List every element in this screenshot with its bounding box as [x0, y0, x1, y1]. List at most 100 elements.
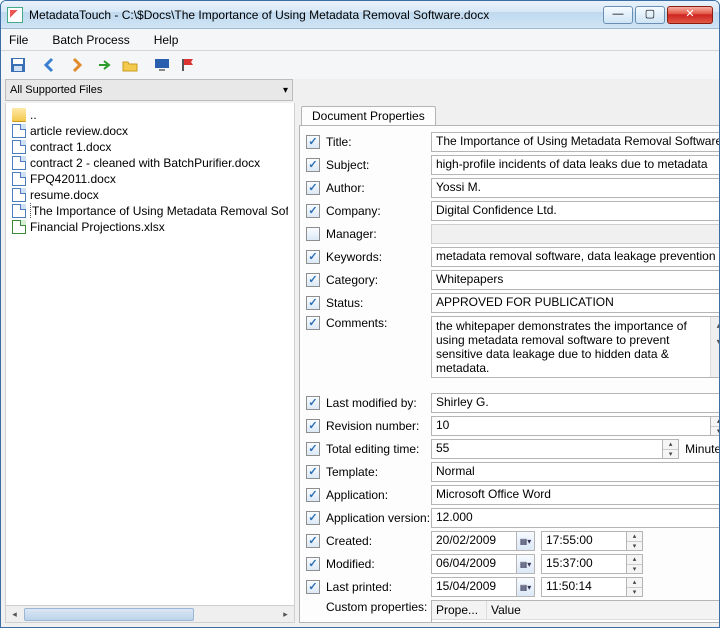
file-row[interactable]: Financial Projections.xlsx [12, 219, 288, 235]
scroll-right-icon[interactable]: ▸ [277, 606, 294, 623]
input-application[interactable]: Microsoft Office Word [431, 485, 719, 505]
menu-batch-process[interactable]: Batch Process [52, 33, 129, 47]
docx-icon [12, 156, 26, 170]
input-modified-date[interactable]: 06/04/2009 [431, 554, 517, 574]
file-row[interactable]: FPQ42011.docx [12, 171, 288, 187]
input-company[interactable]: Digital Confidence Ltd. [431, 201, 719, 221]
input-template[interactable]: Normal [431, 462, 719, 482]
file-row[interactable]: article review.docx [12, 123, 288, 139]
menu-file[interactable]: File [9, 33, 28, 47]
checkbox-keywords[interactable] [306, 250, 320, 264]
input-appversion[interactable]: 12.000 [431, 508, 719, 528]
tab-document-properties[interactable]: Document Properties [301, 106, 436, 125]
save-icon[interactable] [9, 56, 27, 74]
checkbox-manager[interactable] [306, 227, 320, 241]
checkbox-application[interactable] [306, 488, 320, 502]
maximize-button[interactable]: ▢ [635, 6, 665, 24]
input-revision[interactable]: 10 [431, 416, 711, 436]
titlebar[interactable]: MetadataTouch - C:\$Docs\The Importance … [1, 1, 719, 29]
custom-property-row[interactable]: Website http://www.digitalconfidence.com [432, 620, 719, 623]
docx-icon [12, 188, 26, 202]
checkbox-editing[interactable] [306, 442, 320, 456]
label-subject: Subject: [326, 158, 431, 172]
label-category: Category: [326, 273, 431, 287]
horizontal-scrollbar[interactable]: ◂ ▸ [6, 605, 294, 622]
unit-editing: Minutes [685, 442, 719, 456]
label-comments: Comments: [326, 316, 431, 330]
label-application: Application: [326, 488, 431, 502]
checkbox-company[interactable] [306, 204, 320, 218]
checkbox-lastprinted[interactable] [306, 580, 320, 594]
label-editing: Total editing time: [326, 442, 431, 456]
checkbox-author[interactable] [306, 181, 320, 195]
file-type-filter[interactable]: All Supported Files ▾ [5, 79, 293, 101]
window-title: MetadataTouch - C:\$Docs\The Importance … [29, 8, 601, 22]
checkbox-subject[interactable] [306, 158, 320, 172]
checkbox-template[interactable] [306, 465, 320, 479]
col-header-value[interactable]: Value [487, 601, 719, 619]
close-button[interactable]: ✕ [667, 6, 713, 24]
checkbox-title[interactable] [306, 135, 320, 149]
input-subject[interactable]: high-profile incidents of data leaks due… [431, 155, 719, 175]
input-created-date[interactable]: 20/02/2009 [431, 531, 517, 551]
file-row[interactable]: resume.docx [12, 187, 288, 203]
menubar: File Batch Process Help [1, 29, 719, 51]
calendar-icon[interactable]: ▦▾ [517, 531, 535, 551]
input-created-time[interactable]: 17:55:00 [541, 531, 627, 551]
file-row[interactable]: contract 2 - cleaned with BatchPurifier.… [12, 155, 288, 171]
input-manager[interactable] [431, 224, 719, 244]
spinner-modified-time[interactable]: ▴▾ [627, 554, 643, 574]
checkbox-lastmodby[interactable] [306, 396, 320, 410]
checkbox-revision[interactable] [306, 419, 320, 433]
docx-icon [12, 124, 26, 138]
input-editing[interactable]: 55 [431, 439, 663, 459]
input-author[interactable]: Yossi M. [431, 178, 719, 198]
checkbox-comments[interactable] [306, 316, 320, 330]
checkbox-status[interactable] [306, 296, 320, 310]
spinner-editing[interactable]: ▴▾ [663, 439, 679, 459]
checkbox-modified[interactable] [306, 557, 320, 571]
input-category[interactable]: Whitepapers [431, 270, 719, 290]
input-status[interactable]: APPROVED FOR PUBLICATION [431, 293, 719, 313]
label-title: Title: [326, 135, 431, 149]
open-folder-icon[interactable] [121, 56, 139, 74]
file-row[interactable]: The Importance of Using Metadata Removal… [12, 203, 288, 219]
input-lastprinted-time[interactable]: 11:50:14 [541, 577, 627, 597]
checkbox-appversion[interactable] [306, 511, 320, 525]
label-keywords: Keywords: [326, 250, 431, 264]
checkbox-created[interactable] [306, 534, 320, 548]
parent-folder-row[interactable]: .. [12, 107, 288, 123]
input-comments[interactable]: the whitepaper demonstrates the importan… [431, 316, 719, 378]
spinner-created-time[interactable]: ▴▾ [627, 531, 643, 551]
calendar-icon[interactable]: ▦▾ [517, 554, 535, 574]
spinner-lastprinted-time[interactable]: ▴▾ [627, 577, 643, 597]
parent-folder-label: .. [30, 107, 37, 123]
checkbox-category[interactable] [306, 273, 320, 287]
go-icon[interactable] [95, 56, 113, 74]
input-modified-time[interactable]: 15:37:00 [541, 554, 627, 574]
spinner-revision[interactable]: ▴▾ [711, 416, 719, 436]
scroll-thumb[interactable] [24, 608, 194, 621]
calendar-icon[interactable]: ▦▾ [517, 577, 535, 597]
col-header-name[interactable]: Prope... [432, 601, 487, 619]
minimize-button[interactable]: — [603, 6, 633, 24]
forward-icon[interactable] [67, 56, 85, 74]
file-row[interactable]: contract 1.docx [12, 139, 288, 155]
input-lastprinted-date[interactable]: 15/04/2009 [431, 577, 517, 597]
back-icon[interactable] [41, 56, 59, 74]
file-list[interactable]: .. article review.docx contract 1.docx c… [6, 103, 294, 605]
label-author: Author: [326, 181, 431, 195]
scroll-left-icon[interactable]: ◂ [6, 606, 23, 623]
input-title[interactable]: The Importance of Using Metadata Removal… [431, 132, 719, 152]
monitor-icon[interactable] [153, 56, 171, 74]
label-modified: Modified: [326, 557, 431, 571]
input-lastmodby[interactable]: Shirley G. [431, 393, 719, 413]
custom-prop-value: http://www.digitalconfidence.com [487, 620, 719, 623]
flag-icon[interactable] [179, 56, 197, 74]
filter-label: All Supported Files [10, 84, 102, 96]
custom-properties-table[interactable]: Prope... Value Website http://www.digita… [431, 600, 719, 623]
label-lastprinted: Last printed: [326, 580, 431, 594]
comments-scrollbar[interactable]: ▴▾ [710, 317, 719, 377]
menu-help[interactable]: Help [154, 33, 179, 47]
input-keywords[interactable]: metadata removal software, data leakage … [431, 247, 719, 267]
